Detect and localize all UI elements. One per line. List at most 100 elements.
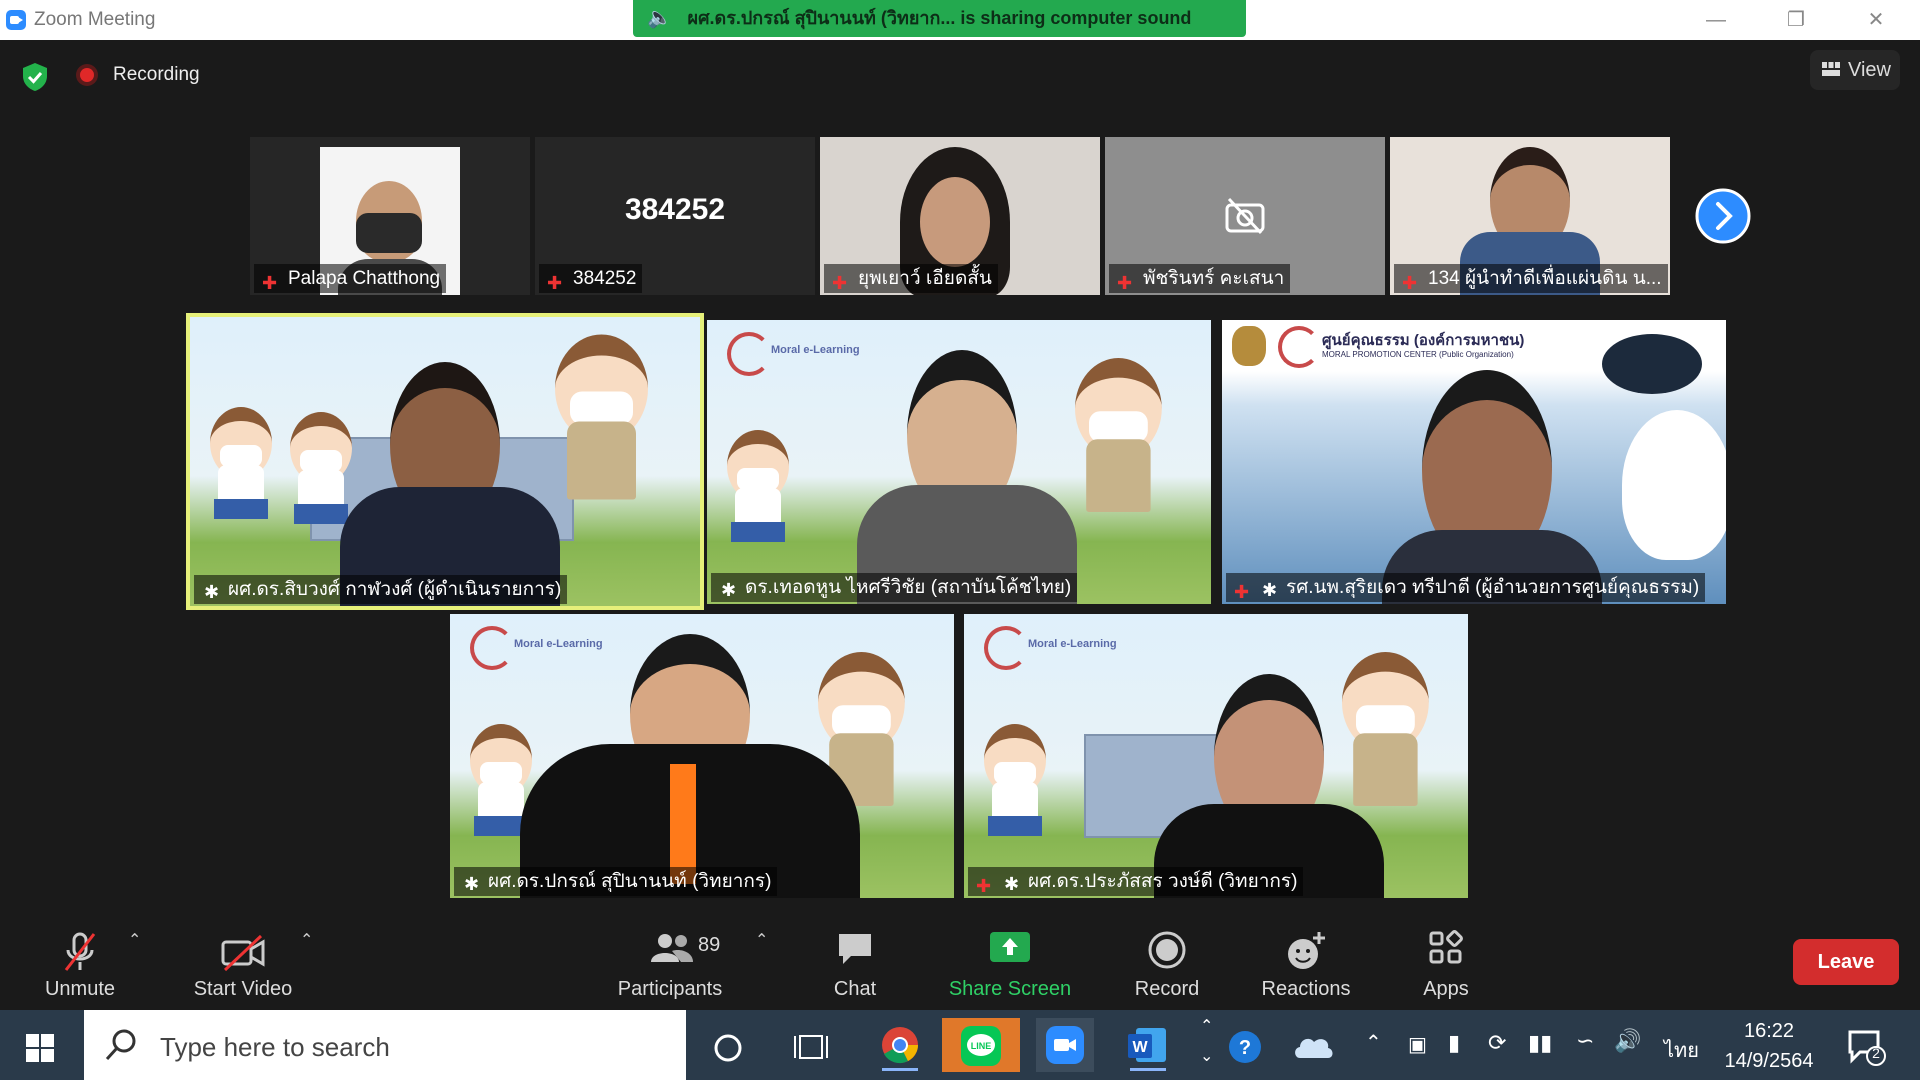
word-taskbar-app[interactable]: W <box>1120 1018 1176 1072</box>
taskbar-scroll-arrows[interactable]: ⌃ ⌄ <box>1200 1012 1213 1072</box>
input-language-indicator[interactable]: ไทย <box>1664 1034 1699 1066</box>
close-window-button[interactable]: ✕ <box>1846 4 1906 36</box>
sync-icon[interactable]: ⟳ <box>1488 1030 1506 1056</box>
backdrop-logo-text: Moral e-Learning <box>514 638 603 650</box>
participant-tile[interactable]: Moral e-Learning ✚ ✱ ผศ.ดร.ประภัสสร วงษ์ดี… <box>964 614 1468 898</box>
muted-mic-icon: ✚ <box>1117 273 1133 293</box>
reactions-label: Reactions <box>1261 978 1351 1000</box>
recording-label[interactable]: Recording <box>113 64 200 86</box>
backdrop-logo-text: Moral e-Learning <box>1028 638 1117 650</box>
sharing-sound-banner: 🔈 ผศ.ดร.ปกรณ์ สุปินานนท์ (วิทยาก... is s… <box>633 0 1246 37</box>
window-title: Zoom Meeting <box>34 9 156 30</box>
encryption-shield-icon[interactable] <box>22 62 48 92</box>
chat-label: Chat <box>833 978 877 1000</box>
taskbar-clock[interactable]: 16:22 14/9/2564 <box>1714 1016 1824 1076</box>
pin-icon: ✱ <box>1004 874 1020 894</box>
participant-tile[interactable]: 384252 ✚ 384252 <box>535 137 815 295</box>
start-video-button[interactable]: Start Video <box>178 918 308 1010</box>
muted-mic-icon: ✚ <box>832 273 848 293</box>
view-button[interactable]: View <box>1810 50 1900 90</box>
audio-options-chevron-icon[interactable]: ⌃ <box>128 930 141 950</box>
onedrive-cloud-icon[interactable] <box>1292 1032 1334 1060</box>
participant-display-name: 384252 <box>624 193 726 226</box>
participant-tile[interactable]: Moral e-Learning ✱ ผศ.ดร.ปกรณ์ สุปินานนท์… <box>450 614 954 898</box>
apps-button[interactable]: Apps <box>1406 918 1486 1010</box>
pin-icon: ✱ <box>1262 580 1278 600</box>
participants-count: 89 <box>698 934 721 956</box>
line-app-icon: LINE <box>961 1026 1001 1066</box>
volume-icon[interactable]: 🔊 <box>1614 1028 1641 1054</box>
reactions-button[interactable]: Reactions <box>1250 918 1362 1010</box>
grid-view-icon <box>1822 62 1840 76</box>
moral-elearning-logo-icon <box>727 332 771 376</box>
view-label: View <box>1848 59 1891 81</box>
search-icon <box>105 1029 136 1061</box>
zoom-taskbar-app[interactable] <box>1036 1018 1094 1072</box>
leave-button[interactable]: Leave <box>1793 939 1899 985</box>
wifi-icon[interactable]: ∽ <box>1576 1028 1594 1054</box>
apps-icon <box>1429 930 1463 964</box>
svg-text:?: ? <box>1239 1037 1251 1059</box>
moral-center-logo-icon <box>1278 326 1320 368</box>
windows-start-icon[interactable] <box>26 1034 54 1062</box>
show-hidden-icons-chevron-icon[interactable]: ⌃ <box>1365 1030 1382 1055</box>
participant-name-label: ✚ 134 ผู้นำทำดีเพื่อแผ่นดิน น... <box>1394 264 1668 293</box>
video-options-chevron-icon[interactable]: ⌃ <box>300 930 313 950</box>
moral-elearning-logo-icon <box>470 626 514 670</box>
participant-tile[interactable]: ศูนย์คุณธรรม (องค์การมหาชน) MORAL PROMOT… <box>1222 320 1726 604</box>
unmute-label: Unmute <box>44 978 116 1000</box>
search-placeholder: Type here to search <box>160 1032 390 1062</box>
muted-mic-icon: ✚ <box>262 273 278 293</box>
muted-mic-icon: ✚ <box>1234 582 1250 602</box>
device-icon[interactable]: ▣ <box>1408 1032 1427 1057</box>
svg-text:W: W <box>1132 1039 1148 1056</box>
help-icon[interactable]: ? <box>1226 1028 1264 1066</box>
backdrop-title: ศูนย์คุณธรรม (องค์การมหาชน) <box>1322 332 1525 349</box>
record-button[interactable]: Record <box>1125 918 1209 1010</box>
clock-date: 14/9/2564 <box>1724 1050 1814 1072</box>
record-icon <box>1148 931 1186 969</box>
recording-dot-icon <box>80 68 94 82</box>
clock-time: 16:22 <box>1743 1020 1795 1042</box>
pin-icon: ✱ <box>464 874 480 894</box>
participant-name-label: ✱ ผศ.ดร.สิบวงศ์ กาฬวงศ์ (ผู้ดำเนินรายการ) <box>194 575 568 604</box>
usb-drive-icon[interactable]: ▮ <box>1448 1030 1460 1056</box>
cortana-icon[interactable] <box>712 1032 744 1064</box>
participants-options-chevron-icon[interactable]: ⌃ <box>755 930 768 950</box>
chrome-icon <box>882 1027 918 1071</box>
muted-mic-icon: ✚ <box>1402 273 1418 293</box>
participant-tile[interactable]: ✚ 134 ผู้นำทำดีเพื่อแผ่นดิน น... <box>1390 137 1670 295</box>
participant-tile[interactable]: Moral e-Learning ✱ ดร.เทอดหูน ไหศรีวิชัย … <box>707 320 1211 604</box>
battery-icon[interactable]: ▮▮ <box>1528 1030 1552 1056</box>
participants-button[interactable]: 89 Participants <box>610 918 730 1010</box>
chrome-taskbar-app[interactable] <box>872 1018 928 1072</box>
add-reaction-icon <box>1288 932 1325 969</box>
speech-bubble <box>1602 334 1702 394</box>
line-taskbar-app[interactable]: LINE <box>942 1018 1020 1072</box>
word-icon: W <box>1128 1028 1166 1071</box>
next-page-chevron-icon[interactable] <box>1695 188 1751 244</box>
participant-tile[interactable]: ✚ ยุพเยาว์ เอียดสั้น <box>820 137 1100 295</box>
muted-microphone-icon <box>64 932 96 971</box>
apps-label: Apps <box>1423 978 1469 1000</box>
notification-count-badge: 2 <box>1872 1045 1880 1061</box>
participant-name-label: ✚ Palapa Chatthong <box>254 264 447 293</box>
minimize-button[interactable]: — <box>1686 4 1746 36</box>
meeting-toolbar: Unmute ⌃ Start Video ⌃ 89 Participants ⌃… <box>0 918 1920 1010</box>
moral-elearning-logo-icon <box>984 626 1028 670</box>
participant-tile[interactable]: ✚ Palapa Chatthong <box>250 137 530 295</box>
task-view-icon[interactable] <box>794 1032 828 1062</box>
chat-button[interactable]: Chat <box>815 918 895 1010</box>
participant-tile[interactable]: ✚ พัชรินทร์ คะเสนา <box>1105 137 1385 295</box>
share-screen-button[interactable]: Share Screen <box>940 918 1080 1010</box>
restore-button[interactable]: ❐ <box>1766 4 1826 36</box>
unmute-button[interactable]: Unmute <box>30 918 130 1010</box>
pin-icon: ✱ <box>204 582 220 602</box>
participant-name-label: ✱ ดร.เทอดหูน ไหศรีวิชัย (สถาบันโค้ชไทย) <box>711 573 1078 602</box>
chat-bubble-icon <box>839 934 871 964</box>
participant-name-label: ✱ ผศ.ดร.ปกรณ์ สุปินานนท์ (วิทยากร) <box>454 867 778 896</box>
participant-name-label: ✚ ยุพเยาว์ เอียดสั้น <box>824 264 998 293</box>
zoom-logo-icon <box>6 10 26 30</box>
active-speaker-tile[interactable]: ✱ ผศ.ดร.สิบวงศ์ กาฬวงศ์ (ผู้ดำเนินรายการ) <box>186 313 704 610</box>
sharing-sound-text: ผศ.ดร.ปกรณ์ สุปินานนท์ (วิทยาก... is sha… <box>687 8 1192 28</box>
